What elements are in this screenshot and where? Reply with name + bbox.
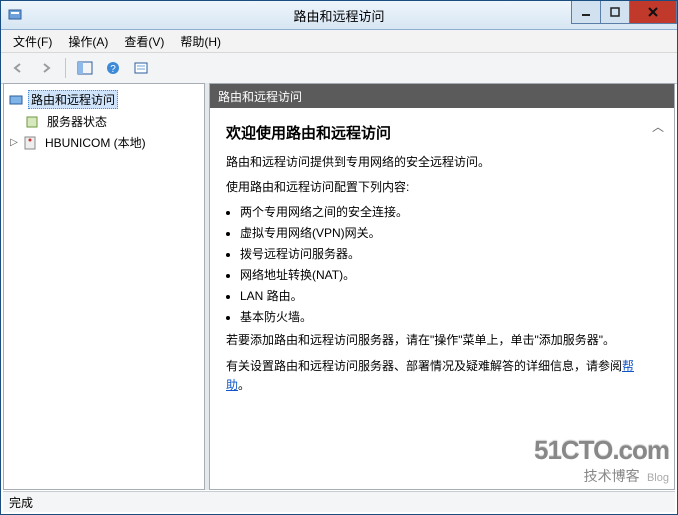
maximize-button[interactable] [600,1,630,24]
list-item: 基本防火墙。 [240,308,658,325]
back-button[interactable] [5,56,31,80]
minimize-button[interactable] [571,1,601,24]
tree-server-status[interactable]: 服务器状态 [6,111,202,132]
tree-pane[interactable]: 路由和远程访问 服务器状态 ▷ HBUNICOM (本地) [3,83,205,490]
forward-button[interactable] [33,56,59,80]
help-hint-tail: 。 [238,378,250,392]
toolbar: ? [1,53,677,84]
tree-root[interactable]: 路由和远程访问 [6,88,202,111]
properties-button[interactable] [128,56,154,80]
tree-expander-icon[interactable]: ▷ [8,137,20,148]
menu-file[interactable]: 文件(F) [5,31,60,52]
server-icon [22,135,38,151]
status-bar: 完成 [3,491,675,512]
list-item: 虚拟专用网络(VPN)网关。 [240,224,658,241]
help-button[interactable]: ? [100,56,126,80]
content-pane: 路由和远程访问 ︿ 欢迎使用路由和远程访问 路由和远程访问提供到专用网络的安全远… [209,83,675,490]
tree-server-local-label: HBUNICOM (本地) [42,134,149,151]
menu-help[interactable]: 帮助(H) [172,31,229,52]
help-hint-text: 有关设置路由和远程访问服务器、部署情况及疑难解答的详细信息，请参阅 [226,359,622,373]
list-item: 拨号远程访问服务器。 [240,245,658,262]
list-item: 两个专用网络之间的安全连接。 [240,203,658,220]
list-item: 网络地址转换(NAT)。 [240,266,658,283]
tree-server-status-label: 服务器状态 [44,113,110,130]
menu-action[interactable]: 操作(A) [60,31,116,52]
intro-1: 路由和远程访问提供到专用网络的安全远程访问。 [226,153,658,172]
content-body[interactable]: ︿ 欢迎使用路由和远程访问 路由和远程访问提供到专用网络的安全远程访问。 使用路… [210,108,674,489]
app-icon [7,7,23,23]
close-button[interactable] [629,1,677,24]
intro-2: 使用路由和远程访问配置下列内容: [226,178,658,197]
server-status-icon [24,114,40,130]
welcome-heading: 欢迎使用路由和远程访问 [226,122,658,143]
feature-list: 两个专用网络之间的安全连接。 虚拟专用网络(VPN)网关。 拨号远程访问服务器。… [226,203,658,325]
content-header-title: 路由和远程访问 [218,88,302,105]
content-header: 路由和远程访问 [210,84,674,108]
help-hint: 有关设置路由和远程访问服务器、部署情况及疑难解答的详细信息，请参阅帮助。 [226,357,658,395]
status-text: 完成 [9,494,33,511]
show-hide-tree-button[interactable] [72,56,98,80]
tree-server-local[interactable]: ▷ HBUNICOM (本地) [6,132,202,153]
toolbar-separator [65,58,66,78]
menu-bar: 文件(F) 操作(A) 查看(V) 帮助(H) [1,30,677,53]
collapse-icon[interactable]: ︿ [652,118,664,135]
rras-icon [8,92,24,108]
add-server-hint: 若要添加路由和远程访问服务器，请在"操作"菜单上，单击"添加服务器"。 [226,331,658,350]
tree-root-label: 路由和远程访问 [28,90,118,109]
title-bar: 路由和远程访问 [1,1,677,30]
svg-text:?: ? [110,64,116,75]
list-item: LAN 路由。 [240,287,658,304]
menu-view[interactable]: 查看(V) [116,31,172,52]
